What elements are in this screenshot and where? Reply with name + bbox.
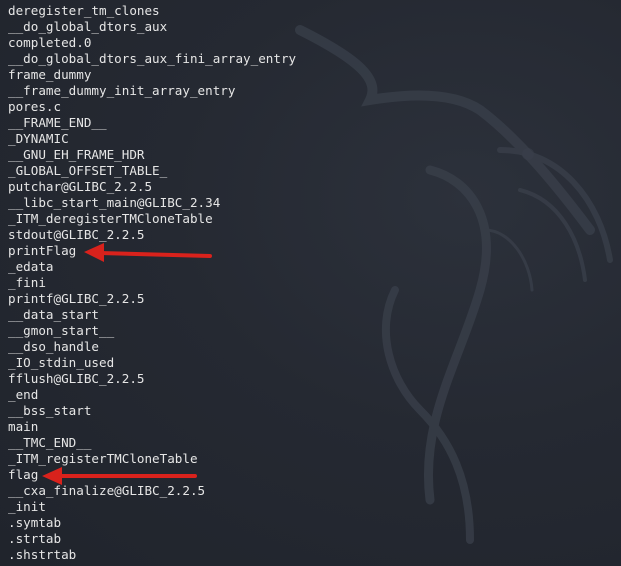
output-line: _init: [8, 499, 46, 514]
output-line: __FRAME_END__: [8, 115, 107, 130]
terminal-window[interactable]: deregister_tm_clones __do_global_dtors_au…: [0, 0, 621, 566]
output-line: __cxa_finalize@GLIBC_2.2.5: [8, 483, 206, 498]
output-line: _IO_stdin_used: [8, 355, 115, 370]
output-line: stdout@GLIBC_2.2.5: [8, 227, 145, 242]
output-line: pores.c: [8, 99, 62, 114]
output-line: .shstrtab: [8, 547, 77, 562]
output-line: _ITM_deregisterTMCloneTable: [8, 211, 213, 226]
output-line: __do_global_dtors_aux_fini_array_entry: [8, 51, 297, 66]
output-line: __dso_handle: [8, 339, 99, 354]
output-line: _GLOBAL_OFFSET_TABLE_: [8, 163, 168, 178]
output-line: __GNU_EH_FRAME_HDR: [8, 147, 145, 162]
output-line: _end: [8, 387, 39, 402]
output-line: .strtab: [8, 531, 62, 546]
output-line: _fini: [8, 275, 46, 290]
output-line: __frame_dummy_init_array_entry: [8, 83, 236, 98]
output-line: printf@GLIBC_2.2.5: [8, 291, 145, 306]
symbol-list: deregister_tm_clones __do_global_dtors_au…: [8, 3, 296, 563]
output-line: deregister_tm_clones: [8, 3, 160, 18]
output-line: .symtab: [8, 515, 62, 530]
output-line: _edata: [8, 259, 54, 274]
output-line: _DYNAMIC: [8, 131, 69, 146]
output-line: __data_start: [8, 307, 99, 322]
output-line: completed.0: [8, 35, 92, 50]
output-line: printFlag: [8, 243, 77, 258]
output-line: main: [8, 419, 39, 434]
output-line: _ITM_registerTMCloneTable: [8, 451, 198, 466]
output-line: frame_dummy: [8, 67, 92, 82]
output-line: __libc_start_main@GLIBC_2.34: [8, 195, 221, 210]
output-line: flag: [8, 467, 39, 482]
output-line: putchar@GLIBC_2.2.5: [8, 179, 153, 194]
output-line: __TMC_END__: [8, 435, 92, 450]
output-line: __do_global_dtors_aux: [8, 19, 168, 34]
output-line: __gmon_start__: [8, 323, 115, 338]
output-line: __bss_start: [8, 403, 92, 418]
output-line: fflush@GLIBC_2.2.5: [8, 371, 145, 386]
